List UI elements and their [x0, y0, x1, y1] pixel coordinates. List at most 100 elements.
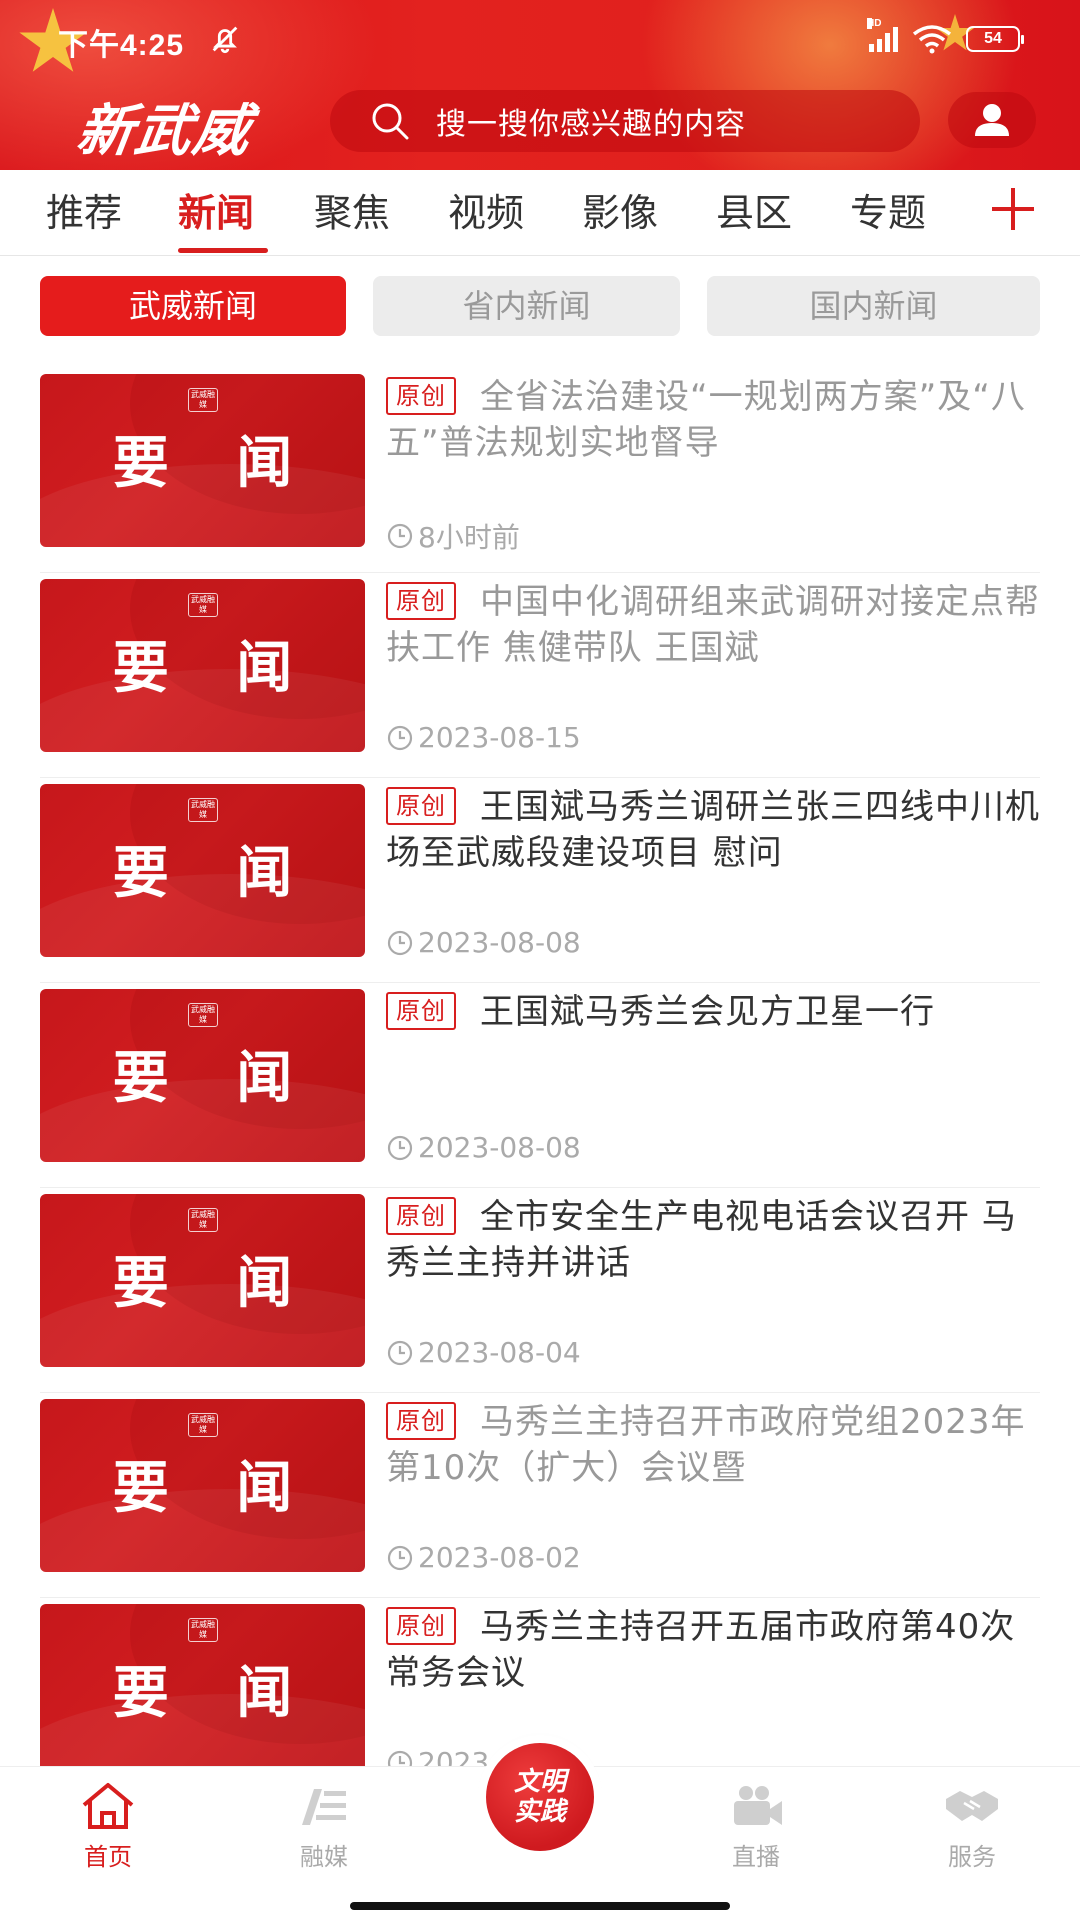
news-thumbnail: 武威融媒要 闻: [40, 374, 365, 547]
news-item[interactable]: 武威融媒要 闻原创 全省法治建设“一规划两方案”及“八五”普法规划实地督导 8小时前: [0, 368, 1080, 573]
original-badge: 原创: [386, 1197, 456, 1235]
news-body: 原创 王国斌马秀兰会见方卫星一行: [386, 989, 1040, 1081]
status-time: 下午4:25: [58, 29, 185, 62]
nav-media[interactable]: 融媒: [254, 1781, 394, 1872]
news-time: 2023-08-04: [418, 1336, 581, 1369]
civilization-practice-icon[interactable]: 文明 实践: [486, 1743, 594, 1851]
news-meta: 2023-08-08: [386, 926, 581, 959]
tab-counties[interactable]: 县区: [716, 188, 792, 238]
news-meta: 2023-08-08: [386, 1131, 581, 1164]
bell-muted-icon: [212, 26, 238, 54]
user-profile-button[interactable]: [948, 92, 1036, 148]
news-title-text: 全省法治建设“一规划两方案”及“八五”普法规划实地督导: [386, 377, 1026, 463]
news-item[interactable]: 武威融媒要 闻原创 全市安全生产电视电话会议召开 马秀兰主持并讲话 2023-08-…: [0, 1188, 1080, 1393]
tab-images[interactable]: 影像: [582, 188, 658, 238]
news-title-text: 全市安全生产电视电话会议召开 马秀兰主持并讲话: [386, 1197, 1017, 1283]
news-title-text: 马秀兰主持召开市政府党组2023年第10次（扩大）会议暨: [386, 1402, 1026, 1488]
news-meta: 2023-08-02: [386, 1541, 581, 1574]
thumbnail-logo: 武威融媒: [188, 1618, 218, 1642]
news-title: 原创 全省法治建设“一规划两方案”及“八五”普法规划实地督导: [386, 374, 1040, 466]
nav-live-label: 直播: [732, 1843, 780, 1871]
news-title: 原创 王国斌马秀兰会见方卫星一行: [386, 989, 1040, 1081]
category-tabs: 推荐 新闻 聚焦 视频 影像 县区 专题: [0, 170, 1080, 256]
thumbnail-logo: 武威融媒: [188, 1003, 218, 1027]
tab-video[interactable]: 视频: [448, 188, 524, 238]
news-body: 原创 全省法治建设“一规划两方案”及“八五”普法规划实地督导: [386, 374, 1040, 466]
nav-home[interactable]: 首页: [38, 1781, 178, 1872]
news-title: 原创 马秀兰主持召开五届市政府第40次常务会议: [386, 1604, 1040, 1696]
plus-icon[interactable]: [990, 186, 1036, 232]
tab-recommend[interactable]: 推荐: [46, 188, 122, 238]
thumbnail-title: 要 闻: [112, 1456, 317, 1521]
news-title-text: 王国斌马秀兰会见方卫星一行: [480, 992, 935, 1032]
nav-home-label: 首页: [84, 1843, 132, 1871]
subtab-wuwei-news[interactable]: 武威新闻: [40, 276, 346, 336]
clock-icon: [386, 929, 414, 957]
news-thumbnail: 武威融媒要 闻: [40, 1399, 365, 1572]
news-time: 2023-08-08: [418, 1131, 581, 1164]
news-time: 2023-08-08: [418, 926, 581, 959]
live-camera-icon: [734, 1786, 782, 1825]
thumbnail-logo: 武威融媒: [188, 388, 218, 412]
news-title: 原创 全市安全生产电视电话会议召开 马秀兰主持并讲话: [386, 1194, 1040, 1286]
news-title-text: 中国中化调研组来武调研对接定点帮扶工作 焦健带队 王国斌: [386, 582, 1040, 668]
original-badge: 原创: [386, 787, 456, 825]
tab-focus[interactable]: 聚焦: [314, 188, 390, 238]
search-bar[interactable]: 搜一搜你感兴趣的内容: [330, 90, 920, 152]
news-time: 2023-08-15: [418, 721, 581, 754]
news-item[interactable]: 武威融媒要 闻原创 王国斌马秀兰会见方卫星一行 2023-08-08: [0, 983, 1080, 1188]
news-thumbnail: 武威融媒要 闻: [40, 1194, 365, 1367]
signal-icon: HD: [867, 18, 898, 52]
search-placeholder: 搜一搜你感兴趣的内容: [436, 107, 746, 142]
news-thumbnail: 武威融媒要 闻: [40, 784, 365, 957]
thumbnail-logo: 武威融媒: [188, 593, 218, 617]
user-icon: [975, 104, 1009, 136]
news-title: 原创 王国斌马秀兰调研兰张三四线中川机场至武威段建设项目 慰问: [386, 784, 1040, 876]
original-badge: 原创: [386, 992, 456, 1030]
battery-indicator: 54: [966, 26, 1024, 52]
nav-service[interactable]: 服务: [902, 1781, 1042, 1872]
news-body: 原创 王国斌马秀兰调研兰张三四线中川机场至武威段建设项目 慰问: [386, 784, 1040, 876]
news-item[interactable]: 武威融媒要 闻原创 马秀兰主持召开市政府党组2023年第10次（扩大）会议暨 202…: [0, 1393, 1080, 1598]
news-body: 原创 马秀兰主持召开市政府党组2023年第10次（扩大）会议暨: [386, 1399, 1040, 1491]
news-item[interactable]: 武威融媒要 闻原创 王国斌马秀兰调研兰张三四线中川机场至武威段建设项目 慰问 202…: [0, 778, 1080, 983]
thumbnail-logo: 武威融媒: [188, 798, 218, 822]
subtab-provincial-news[interactable]: 省内新闻: [373, 276, 680, 336]
news-title-text: 马秀兰主持召开五届市政府第40次常务会议: [386, 1607, 1016, 1693]
news-meta: 8小时前: [386, 516, 520, 556]
news-time: 2023-08-02: [418, 1541, 581, 1574]
subtab-national-news[interactable]: 国内新闻: [707, 276, 1040, 336]
thumbnail-title: 要 闻: [112, 841, 317, 906]
news-title: 原创 马秀兰主持召开市政府党组2023年第10次（扩大）会议暨: [386, 1399, 1040, 1491]
nav-service-label: 服务: [948, 1843, 996, 1871]
news-title: 原创 中国中化调研组来武调研对接定点帮扶工作 焦健带队 王国斌: [386, 579, 1040, 671]
clock-icon: [386, 724, 414, 752]
search-icon: [372, 103, 409, 140]
thumbnail-logo: 武威融媒: [188, 1413, 218, 1437]
news-body: 原创 全市安全生产电视电话会议召开 马秀兰主持并讲话: [386, 1194, 1040, 1286]
original-badge: 原创: [386, 1607, 456, 1645]
news-time: 8小时前: [418, 521, 520, 554]
tab-active-indicator: [178, 248, 268, 253]
news-item[interactable]: 武威融媒要 闻原创 中国中化调研组来武调研对接定点帮扶工作 焦健带队 王国斌 202…: [0, 573, 1080, 778]
tab-news[interactable]: 新闻: [178, 188, 254, 238]
thumbnail-title: 要 闻: [112, 1251, 317, 1316]
bottom-navigation: 首页 融媒 文明 实践 直播 服务: [0, 1743, 1080, 1920]
tab-topics[interactable]: 专题: [850, 188, 926, 238]
media-icon: [302, 1789, 346, 1825]
app-header: 下午4:25 HD 54 新武威 搜一搜你感兴趣的内容: [0, 0, 1080, 170]
original-badge: 原创: [386, 377, 456, 415]
news-title-text: 王国斌马秀兰调研兰张三四线中川机场至武威段建设项目 慰问: [386, 787, 1040, 873]
nav-live[interactable]: 直播: [686, 1781, 826, 1872]
network-type: HD: [867, 18, 882, 29]
news-body: 原创 马秀兰主持召开五届市政府第40次常务会议: [386, 1604, 1040, 1696]
thumbnail-title: 要 闻: [112, 1661, 317, 1726]
news-list: 武威融媒要 闻原创 全省法治建设“一规划两方案”及“八五”普法规划实地督导 8小时前…: [0, 368, 1080, 1803]
nav-media-label: 融媒: [300, 1843, 348, 1871]
handshake-icon: [946, 1791, 998, 1821]
original-badge: 原创: [386, 582, 456, 620]
home-indicator: [350, 1902, 730, 1910]
news-thumbnail: 武威融媒要 闻: [40, 989, 365, 1162]
news-body: 原创 中国中化调研组来武调研对接定点帮扶工作 焦健带队 王国斌: [386, 579, 1040, 671]
home-icon: [82, 1783, 134, 1829]
